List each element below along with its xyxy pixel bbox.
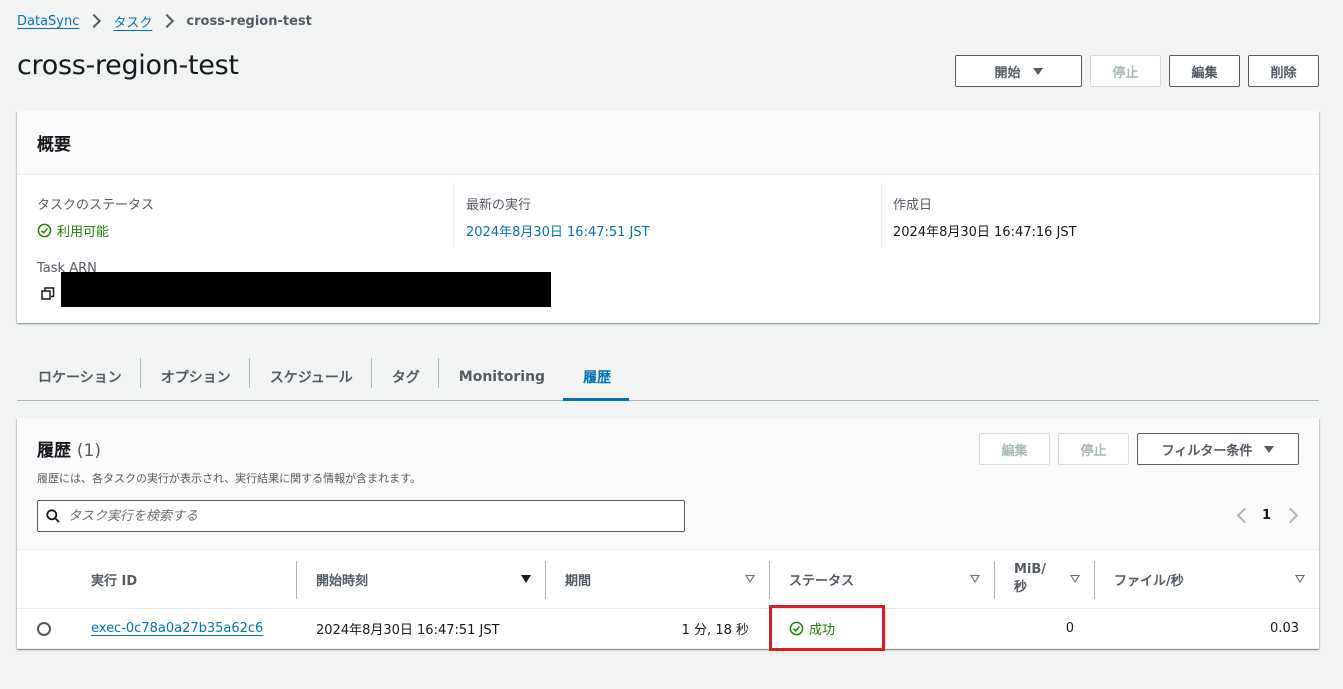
tab-monitoring[interactable]: Monitoring [437, 354, 563, 400]
header-select [17, 550, 71, 609]
start-time-cell: 2024年8月30日 16:47:51 JST [296, 608, 545, 649]
status-value: 成功 [789, 619, 994, 638]
start-time-value: 2024年8月30日 16:47:51 JST [316, 623, 500, 638]
caret-down-icon [1032, 67, 1043, 75]
chevron-right-icon[interactable] [1285, 506, 1299, 524]
page-title: cross-region-test [17, 50, 239, 81]
files-value: 0.03 [1270, 621, 1299, 636]
chevron-left-icon[interactable] [1234, 506, 1248, 524]
sort-icon [970, 574, 980, 584]
history-panel: 履歴 (1) 履歴には、各タスクの実行が表示され、実行結果に関する情報が含まれま… [17, 418, 1319, 651]
check-circle-icon [37, 223, 52, 238]
breadcrumb: DataSync タスク cross-region-test [17, 11, 312, 31]
task-arn-block: Task ARN [37, 261, 551, 307]
task-status-text: 利用可能 [57, 225, 110, 240]
header-mib-line1: MiB/ [1014, 562, 1047, 577]
stop-button[interactable]: 停止 [1090, 55, 1161, 87]
duration-cell: 1 分, 18 秒 [545, 608, 769, 649]
tab-schedule[interactable]: スケジュール [248, 354, 371, 400]
history-title-text: 履歴 [37, 441, 71, 461]
row-select-cell [17, 608, 71, 649]
sort-icon [1295, 574, 1305, 584]
caret-down-icon [1264, 445, 1275, 453]
overview-panel: 概要 タスクのステータス 利用可能 最新の実行 2024年8月30日 16:47… [17, 111, 1319, 323]
sort-icon [1070, 574, 1080, 584]
start-button-label: 開始 [994, 65, 1021, 81]
breadcrumb-current: cross-region-test [186, 13, 312, 29]
exec-id-link[interactable]: exec-0c78a0a27b35a62c6 [91, 621, 263, 636]
task-status-column: タスクのステータス 利用可能 [17, 183, 453, 247]
header-exec-id-label: 実行 ID [91, 573, 138, 589]
mib-cell: 0 [994, 608, 1094, 649]
detail-tabs: ロケーション オプション スケジュール タグ Monitoring 履歴 [17, 354, 1319, 401]
search-input[interactable] [68, 508, 648, 524]
current-page[interactable]: 1 [1262, 508, 1271, 523]
mib-value: 0 [1065, 621, 1074, 636]
header-actions: 開始 停止 編集 削除 [955, 55, 1319, 87]
tab-locations[interactable]: ロケーション [17, 354, 140, 400]
search-box[interactable] [37, 500, 685, 532]
header-status[interactable]: ステータス [769, 550, 994, 609]
filter-dropdown-button[interactable]: フィルター条件 [1137, 433, 1299, 465]
sort-descending-icon [521, 575, 531, 583]
check-circle-icon [789, 621, 804, 636]
header-start-time[interactable]: 開始時刻 [296, 550, 545, 609]
breadcrumb-tasks-link[interactable]: タスク [113, 12, 152, 31]
header-files-per-sec[interactable]: ファイル/秒 [1094, 550, 1319, 609]
sort-icon [745, 574, 755, 584]
overview-header: 概要 [17, 111, 1319, 175]
created-value: 2024年8月30日 16:47:16 JST [893, 225, 1077, 240]
header-duration[interactable]: 期間 [545, 550, 769, 609]
history-header: 履歴 (1) 履歴には、各タスクの実行が表示され、実行結果に関する情報が含まれま… [17, 418, 1319, 550]
copy-icon[interactable] [41, 286, 55, 301]
pagination: 1 [1234, 506, 1299, 524]
history-title: 履歴 (1) [37, 436, 101, 461]
history-actions: 編集 停止 フィルター条件 [979, 433, 1299, 465]
header-duration-label: 期間 [565, 573, 592, 589]
table-row: exec-0c78a0a27b35a62c6 2024年8月30日 16:47:… [17, 605, 1319, 651]
overview-title: 概要 [37, 135, 71, 155]
history-stop-button[interactable]: 停止 [1058, 433, 1129, 465]
created-label: 作成日 [893, 198, 933, 213]
header-start-time-label: 開始時刻 [316, 573, 369, 589]
header-status-label: ステータス [789, 573, 855, 589]
latest-exec-column: 最新の実行 2024年8月30日 16:47:51 JST [453, 183, 881, 247]
header-mib-per-sec[interactable]: MiB/秒 [994, 550, 1094, 609]
header-exec-id[interactable]: 実行 ID [71, 550, 296, 609]
header-mib-label: MiB/秒 [1014, 561, 1046, 597]
header-mib-line2: 秒 [1014, 580, 1028, 595]
chevron-right-icon [85, 14, 107, 28]
redacted-arn [61, 272, 551, 307]
start-dropdown-button[interactable]: 開始 [955, 55, 1082, 87]
chevron-right-icon [158, 14, 180, 28]
files-cell: 0.03 [1094, 608, 1319, 649]
created-column: 作成日 2024年8月30日 16:47:16 JST [881, 183, 1319, 247]
status-cell: 成功 [769, 605, 994, 651]
history-description: 履歴には、各タスクの実行が表示され、実行結果に関する情報が含まれます。 [37, 472, 422, 485]
latest-exec-label: 最新の実行 [466, 198, 532, 213]
duration-value: 1 分, 18 秒 [681, 623, 749, 638]
edit-button[interactable]: 編集 [1169, 55, 1240, 87]
header-files-label: ファイル/秒 [1114, 573, 1184, 589]
breadcrumb-datasync-link[interactable]: DataSync [17, 14, 79, 29]
tab-tags[interactable]: タグ [370, 354, 438, 400]
status-text: 成功 [809, 623, 836, 638]
table-header-row: 実行 ID 開始時刻 期間 ステータス MiB/秒 ファイル/秒 [17, 550, 1319, 609]
filter-button-label: フィルター条件 [1161, 443, 1253, 459]
tab-options[interactable]: オプション [139, 354, 249, 400]
tab-history[interactable]: 履歴 [563, 354, 630, 401]
task-status-value: 利用可能 [37, 221, 453, 240]
exec-id-cell: exec-0c78a0a27b35a62c6 [71, 608, 296, 649]
history-table: 実行 ID 開始時刻 期間 ステータス MiB/秒 ファイル/秒 exec-0c… [17, 550, 1319, 651]
delete-button[interactable]: 削除 [1248, 55, 1319, 87]
history-edit-button[interactable]: 編集 [979, 433, 1050, 465]
task-status-label: タスクのステータス [37, 198, 155, 213]
history-count: (1) [76, 441, 102, 461]
task-arn-row [37, 272, 551, 307]
latest-exec-link[interactable]: 2024年8月30日 16:47:51 JST [466, 221, 881, 240]
row-radio-button[interactable] [37, 621, 51, 636]
search-icon [46, 509, 60, 523]
